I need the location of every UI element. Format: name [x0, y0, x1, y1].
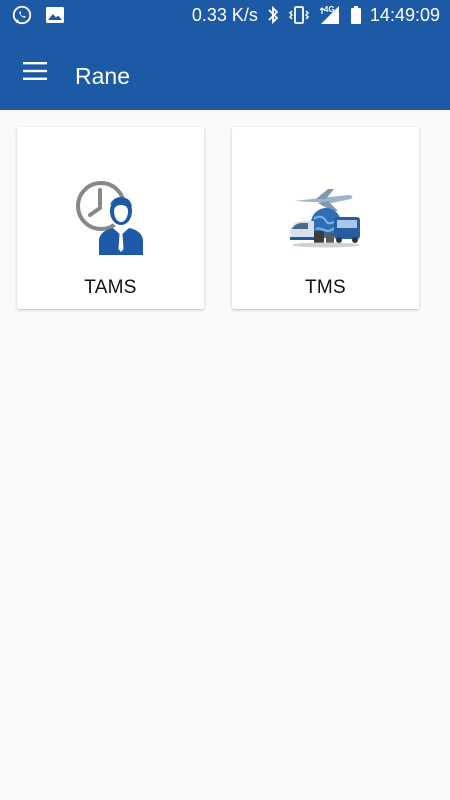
app-title: Rane: [75, 63, 130, 89]
status-bar-notifications: [11, 4, 65, 31]
status-bar-system: 0.33 K/s 4G 14:49:09: [192, 0, 440, 30]
bluetooth-icon: [266, 5, 280, 25]
network-type-label: 4G: [323, 5, 335, 14]
travel-plane-train-icon: [288, 187, 364, 254]
module-card-tms[interactable]: TMS: [232, 127, 419, 309]
vibrate-icon: [288, 5, 310, 25]
menu-button[interactable]: [14, 52, 56, 94]
image-icon: [45, 5, 65, 30]
module-card-tams[interactable]: TAMS: [17, 127, 204, 309]
clock-time: 14:49:09: [369, 4, 440, 25]
app-toolbar: Rane: [0, 30, 450, 110]
module-label-tams: TAMS: [84, 277, 137, 298]
network-speed: 0.33 K/s: [191, 4, 258, 25]
status-bar: 0.33 K/s 4G 14:49:09: [0, 0, 450, 30]
attendance-clock-person-icon: [71, 177, 151, 262]
battery-icon: [350, 5, 362, 25]
signal-icon: 4G: [318, 4, 342, 26]
whatsapp-icon: [11, 4, 33, 31]
hamburger-menu-icon: [23, 61, 47, 85]
module-grid: TAMS TMS: [0, 110, 450, 800]
module-label-tms: TMS: [304, 277, 346, 298]
